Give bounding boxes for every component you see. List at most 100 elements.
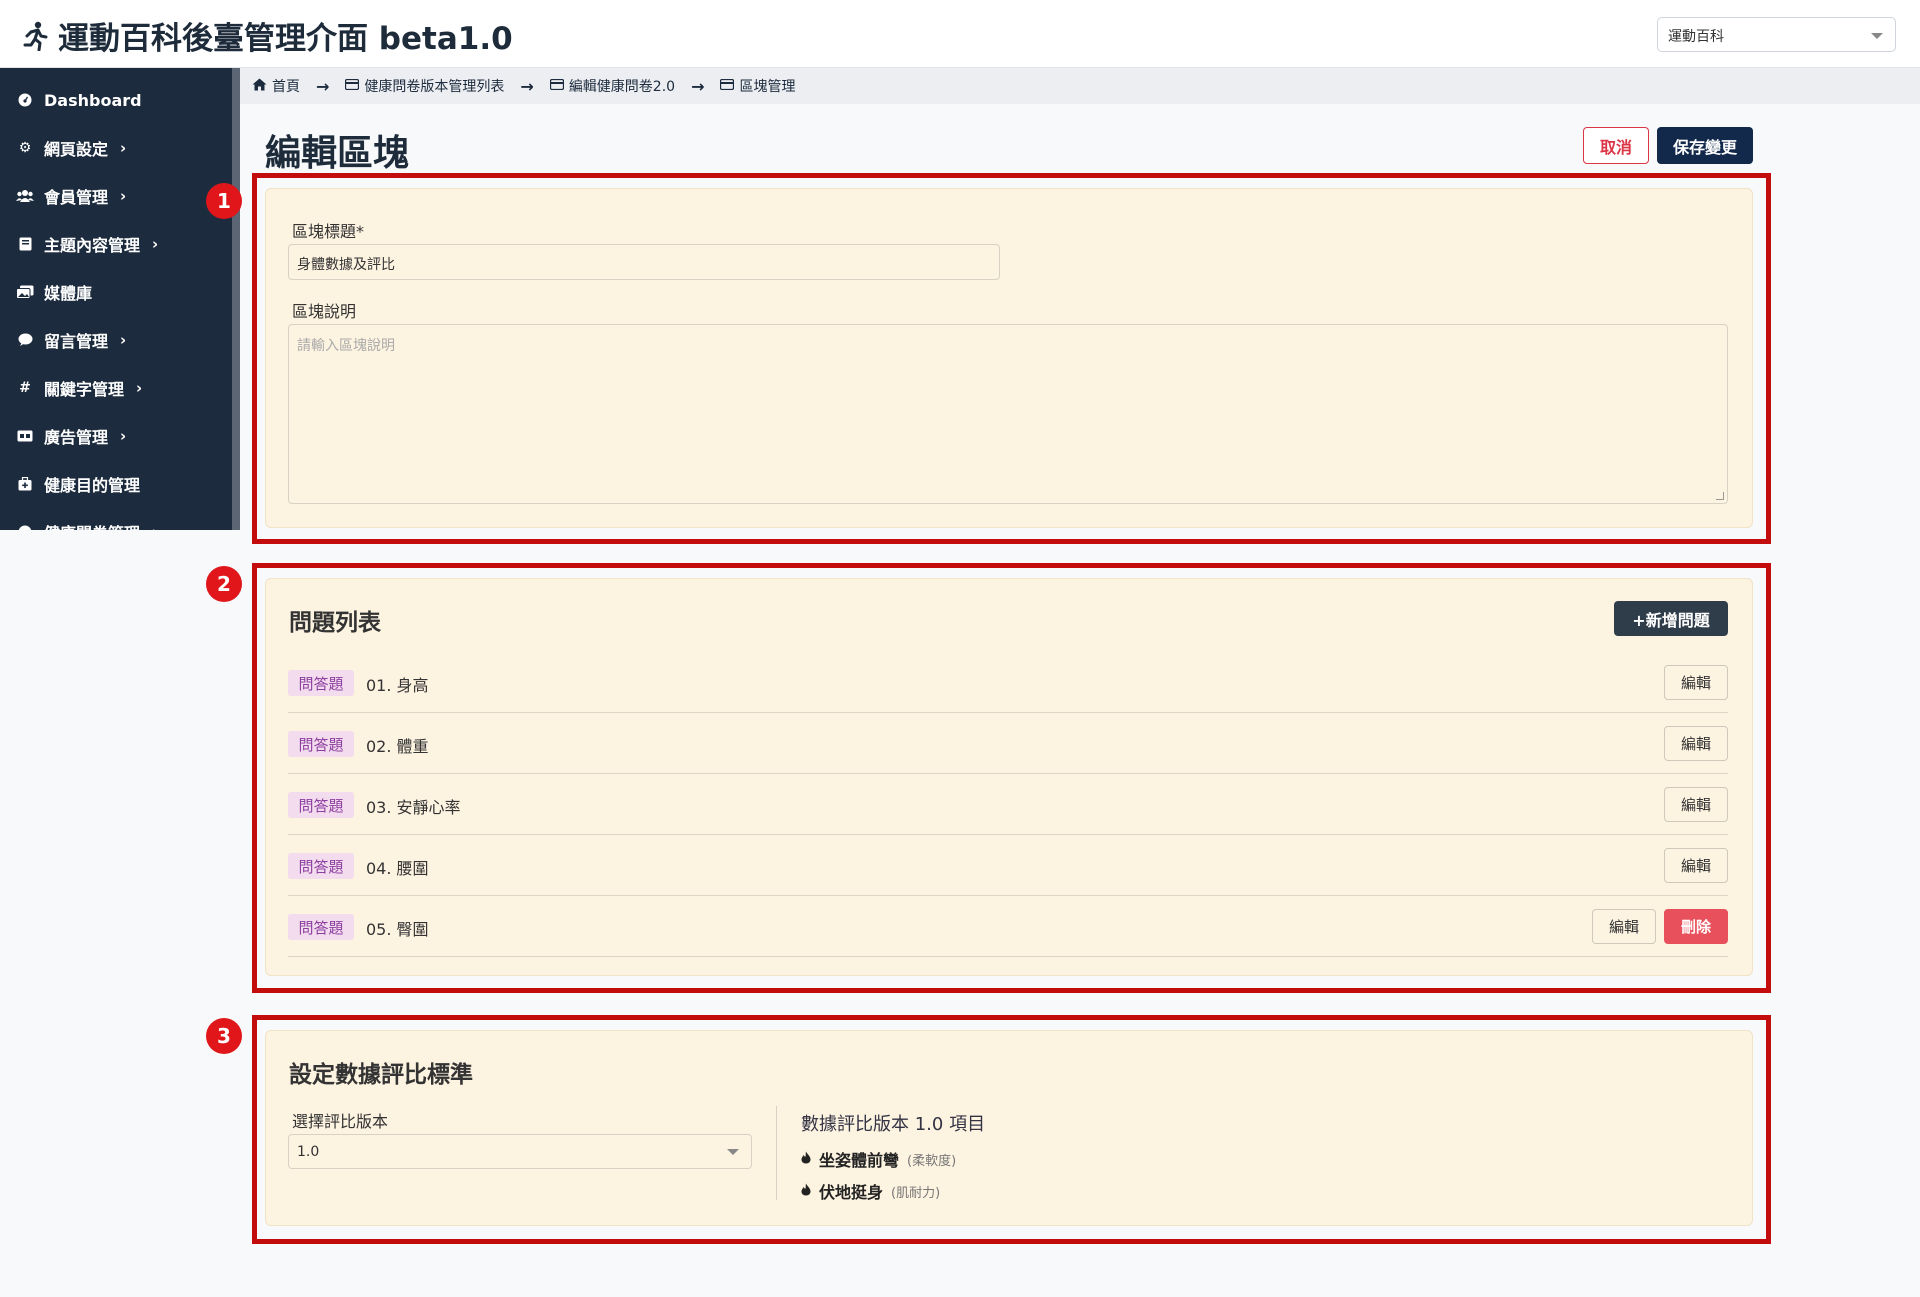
question-row: 問答題 02. 體重 編輯 xyxy=(288,713,1728,774)
sidebar-item-web-settings[interactable]: ⚙ 網頁設定 › xyxy=(0,128,232,168)
sidebar-item-label: 留言管理 xyxy=(44,332,109,351)
evaluation-version-value: 1.0 xyxy=(297,1144,320,1160)
question-text: 02. 體重 xyxy=(366,737,429,756)
fire-icon xyxy=(801,1183,811,1200)
breadcrumb-edit-questionnaire[interactable]: 編輯健康問卷2.0 xyxy=(549,76,676,96)
users-icon xyxy=(16,187,34,205)
edit-question-button[interactable]: 編輯 xyxy=(1664,665,1728,700)
sidebar-item-label: 關鍵字管理 xyxy=(44,380,125,399)
caret-down-icon xyxy=(727,1149,739,1155)
app-title: 運動百科後臺管理介面 beta1.0 xyxy=(22,13,513,58)
sidebar-item-label: 主題內容管理 xyxy=(44,236,141,255)
sidebar-item-members[interactable]: 會員管理 › xyxy=(0,176,232,216)
circle-icon xyxy=(16,523,34,530)
sidebar-scrollbar[interactable] xyxy=(232,68,240,530)
block-description-label: 區塊說明 xyxy=(292,302,357,321)
breadcrumb-home[interactable]: 首頁 xyxy=(252,76,300,96)
sidebar-item-label: 媒體庫 xyxy=(44,284,93,303)
evaluation-item: 坐姿體前彎 (柔軟度) xyxy=(801,1147,956,1171)
evaluation-item-category: (肌耐力) xyxy=(891,1185,941,1201)
chevron-right-icon: › xyxy=(120,427,127,445)
running-icon xyxy=(23,21,48,51)
page-title: 編輯區塊 xyxy=(265,133,410,174)
block-description-placeholder: 請輸入區塊說明 xyxy=(297,338,395,354)
edit-question-button[interactable]: 編輯 xyxy=(1664,726,1728,761)
breadcrumb-label: 健康問卷版本管理列表 xyxy=(364,79,505,95)
resize-handle-icon[interactable] xyxy=(1716,492,1724,500)
evaluation-items-title: 數據評比版本 1.0 項目 xyxy=(801,1114,986,1135)
briefcase-medical-icon xyxy=(16,475,34,493)
breadcrumb-label: 首頁 xyxy=(272,79,300,95)
edit-question-button[interactable]: 編輯 xyxy=(1592,909,1656,944)
breadcrumb-label: 編輯健康問卷2.0 xyxy=(568,79,676,95)
add-question-button[interactable]: +新增問題 xyxy=(1614,601,1728,636)
arrow-right-icon: → xyxy=(691,76,705,96)
gear-icon: ⚙ xyxy=(18,140,32,156)
home-icon xyxy=(252,78,267,95)
cancel-button[interactable]: 取消 xyxy=(1583,127,1649,164)
site-select[interactable]: 運動百科 xyxy=(1657,17,1896,52)
annotation-marker-2: 2 xyxy=(206,566,242,602)
site-select-value: 運動百科 xyxy=(1668,29,1724,45)
sidebar-item-label: 健康問卷管理 xyxy=(44,520,140,530)
chevron-right-icon: › xyxy=(120,139,127,157)
arrow-right-icon: → xyxy=(520,76,534,96)
question-type-badge: 問答題 xyxy=(288,792,354,818)
question-row: 問答題 04. 腰圍 編輯 xyxy=(288,835,1728,896)
annotation-marker-3: 3 xyxy=(206,1018,242,1054)
evaluation-version-select[interactable]: 1.0 xyxy=(288,1134,752,1169)
dashboard-icon xyxy=(16,91,34,109)
breadcrumb-label: 區塊管理 xyxy=(739,79,796,95)
question-type-badge: 問答題 xyxy=(288,914,354,940)
annotation-marker-1: 1 xyxy=(206,183,242,219)
sidebar-item-health-goals[interactable]: 健康目的管理 xyxy=(0,464,232,504)
question-type-badge: 問答題 xyxy=(288,670,354,696)
block-title-input[interactable]: 身體數據及評比 xyxy=(288,244,1000,280)
ad-icon xyxy=(16,427,34,445)
sidebar-item-label: 網頁設定 xyxy=(44,140,109,159)
card-icon xyxy=(720,78,735,94)
card-icon xyxy=(345,78,360,94)
evaluation-item-name: 伏地挺身 xyxy=(819,1183,884,1202)
edit-question-button[interactable]: 編輯 xyxy=(1664,787,1728,822)
chevron-right-icon: › xyxy=(152,523,158,530)
edit-question-button[interactable]: 編輯 xyxy=(1664,848,1728,883)
top-bar: 運動百科後臺管理介面 beta1.0 運動百科 xyxy=(0,0,1920,68)
sidebar-item-dashboard[interactable]: Dashboard xyxy=(0,80,232,120)
evaluation-item-name: 坐姿體前彎 xyxy=(819,1151,900,1170)
app-title-text: 運動百科後臺管理介面 beta1.0 xyxy=(58,21,513,57)
evaluation-item-category: (柔軟度) xyxy=(907,1153,957,1169)
sidebar-item-media-library[interactable]: 媒體庫 xyxy=(0,272,232,312)
evaluation-item: 伏地挺身 (肌耐力) xyxy=(801,1179,940,1203)
card-icon xyxy=(549,78,564,94)
chevron-right-icon: › xyxy=(136,379,143,397)
sidebar: Dashboard ⚙ 網頁設定 › 會員管理 › 主題內容管理 › 媒體庫 留… xyxy=(0,68,232,530)
question-type-badge: 問答題 xyxy=(288,853,354,879)
question-text: 04. 腰圍 xyxy=(366,859,429,878)
question-type-badge: 問答題 xyxy=(288,731,354,757)
chevron-right-icon: › xyxy=(120,331,127,349)
save-changes-button[interactable]: 保存變更 xyxy=(1657,127,1753,164)
images-icon xyxy=(16,283,34,301)
sidebar-item-health-questionnaire[interactable]: 健康問卷管理 › xyxy=(0,512,232,530)
breadcrumb-version-list[interactable]: 健康問卷版本管理列表 xyxy=(345,76,504,96)
sidebar-item-label: 健康目的管理 xyxy=(44,476,141,495)
delete-question-button[interactable]: 刪除 xyxy=(1664,909,1728,944)
sidebar-item-comments[interactable]: 留言管理 › xyxy=(0,320,232,360)
evaluation-version-label: 選擇評比版本 xyxy=(292,1112,389,1131)
sidebar-item-label: 廣告管理 xyxy=(44,428,109,447)
arrow-right-icon: → xyxy=(316,76,330,96)
sidebar-item-label: 會員管理 xyxy=(44,188,109,207)
evaluation-card xyxy=(265,1030,1753,1226)
sidebar-item-ads[interactable]: 廣告管理 › xyxy=(0,416,232,456)
breadcrumb: 首頁 → 健康問卷版本管理列表 → 編輯健康問卷2.0 → 區塊管理 xyxy=(240,68,1920,104)
caret-down-icon xyxy=(1871,33,1883,39)
question-text: 01. 身高 xyxy=(366,676,429,695)
block-description-textarea[interactable]: 請輸入區塊說明 xyxy=(288,324,1728,504)
sidebar-item-topic-content[interactable]: 主題內容管理 › xyxy=(0,224,232,264)
question-row: 問答題 01. 身高 編輯 xyxy=(288,652,1728,713)
breadcrumb-block-management: 區塊管理 xyxy=(720,76,795,96)
hashtag-icon: # xyxy=(19,380,31,396)
evaluation-title: 設定數據評比標準 xyxy=(289,1062,473,1088)
sidebar-item-keywords[interactable]: # 關鍵字管理 › xyxy=(0,368,232,408)
